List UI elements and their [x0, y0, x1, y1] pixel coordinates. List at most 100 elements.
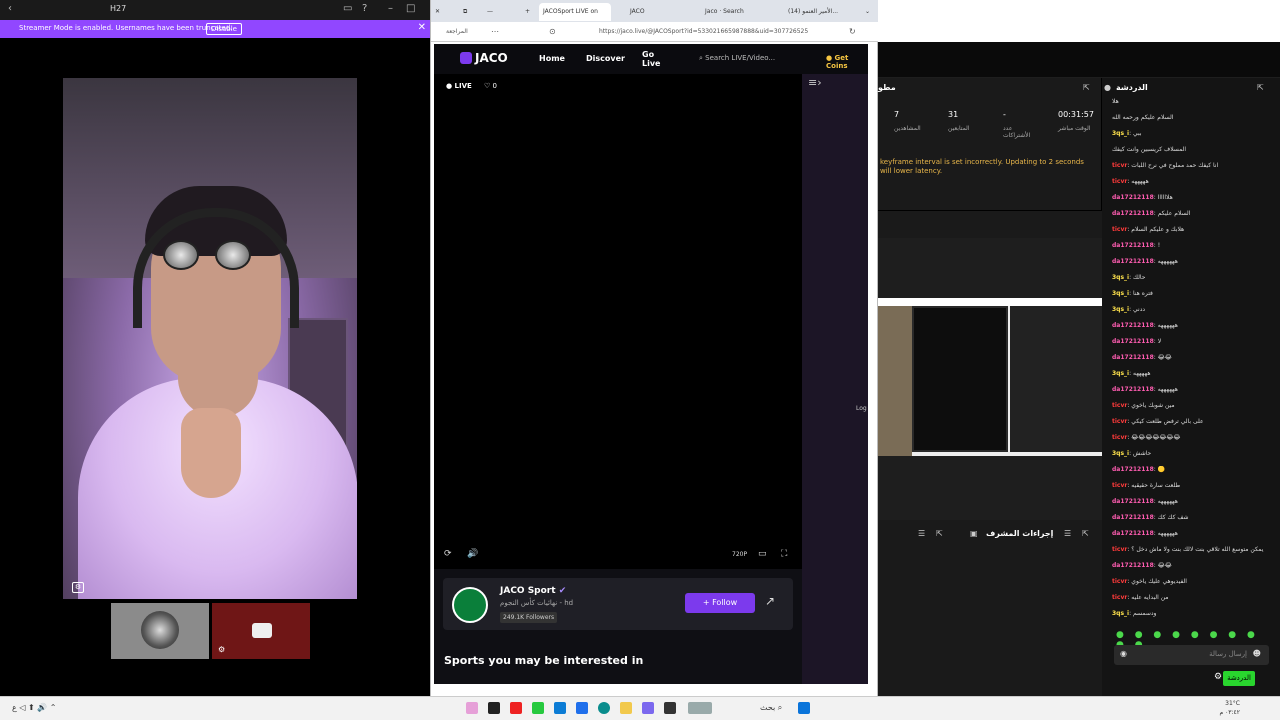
- chat-username[interactable]: 3qs_i: [1112, 370, 1129, 377]
- filter-icon[interactable]: ☰: [1064, 529, 1071, 538]
- chat-username[interactable]: da17212118: [1112, 498, 1154, 505]
- popout-icon[interactable]: ⇱: [1257, 83, 1264, 92]
- chat-username[interactable]: da17212118: [1112, 386, 1154, 393]
- app-icon[interactable]: [532, 702, 544, 714]
- nav-discover[interactable]: Discover: [586, 54, 625, 63]
- app-icon[interactable]: [466, 702, 478, 714]
- disable-button[interactable]: Disable: [206, 23, 242, 35]
- chat-username[interactable]: da17212118: [1112, 514, 1154, 521]
- refresh-icon[interactable]: ⟳: [444, 549, 452, 559]
- search-input[interactable]: ⌕ Search LIVE/Video...: [699, 54, 775, 63]
- tab-actions-icon[interactable]: ⧉: [459, 3, 471, 21]
- chat-username[interactable]: da17212118: [1112, 194, 1154, 201]
- video-player[interactable]: ● LIVE ♡ 0 ⟳ 🔊 720P ▭ ⛶: [434, 74, 802, 569]
- chat-username[interactable]: ticvr: [1112, 402, 1127, 409]
- youtube-icon[interactable]: [510, 702, 522, 714]
- filter-icon[interactable]: ☰: [918, 529, 925, 538]
- chat-username[interactable]: da17212118: [1112, 338, 1154, 345]
- chat-username[interactable]: ticvr: [1112, 434, 1127, 441]
- chat-username[interactable]: 3qs_i: [1112, 274, 1129, 281]
- chat-username[interactable]: da17212118: [1112, 258, 1154, 265]
- chat-input[interactable]: إرسال رسالة ☻ ◉: [1114, 645, 1269, 665]
- app-icon[interactable]: [642, 702, 654, 714]
- gear-icon[interactable]: ⚙: [1214, 672, 1222, 682]
- system-tray[interactable]: ع ◁ ⬆ 🔊 ⌃: [12, 703, 56, 712]
- likes-count[interactable]: ♡ 0: [484, 82, 497, 90]
- chat-username[interactable]: da17212118: [1112, 354, 1154, 361]
- camera-settings-icon[interactable]: ⚙: [218, 645, 225, 654]
- new-tab-icon[interactable]: +: [521, 3, 534, 21]
- chat-username[interactable]: da17212118: [1112, 466, 1154, 473]
- edge-icon[interactable]: [598, 702, 610, 714]
- minimize-icon[interactable]: —: [483, 3, 497, 21]
- collapse-panel-icon[interactable]: ≡›: [808, 76, 822, 89]
- chat-username[interactable]: da17212118: [1112, 210, 1154, 217]
- chevron-down-icon[interactable]: ⌄: [861, 3, 874, 21]
- tab-youtube[interactable]: (14) الأمير العنمو...: [784, 3, 854, 21]
- maximize-icon[interactable]: □: [406, 3, 415, 14]
- widget-icon[interactable]: [688, 702, 712, 714]
- reload-icon[interactable]: ↻: [849, 27, 856, 36]
- tab-jaco-sport[interactable]: JACOSport LIVE on: [539, 3, 611, 21]
- chat-username[interactable]: ticvr: [1112, 162, 1127, 169]
- help-icon[interactable]: ?: [362, 3, 367, 14]
- chat-username[interactable]: 3qs_i: [1112, 130, 1129, 137]
- chat-username[interactable]: da17212118: [1112, 242, 1154, 249]
- popout-icon[interactable]: ⇱: [1083, 83, 1090, 92]
- emote-bar[interactable]: ● ● ● ● ● ● ● ● ● ●: [1116, 630, 1276, 650]
- points-icon[interactable]: ◉: [1120, 649, 1127, 658]
- app-icon[interactable]: [554, 702, 566, 714]
- popout-icon[interactable]: ⇱: [936, 529, 943, 538]
- channel-avatar[interactable]: [452, 587, 488, 623]
- chat-username[interactable]: 3qs_i: [1112, 610, 1129, 617]
- theater-mode-icon[interactable]: ▭: [758, 549, 767, 559]
- windows-start-icon[interactable]: [798, 702, 810, 714]
- chat-username[interactable]: 3qs_i: [1112, 290, 1129, 297]
- nav-home[interactable]: Home: [539, 54, 565, 63]
- chat-username[interactable]: ticvr: [1112, 546, 1127, 553]
- camera-settings-icon[interactable]: ⚙: [72, 582, 84, 593]
- chat-username[interactable]: ticvr: [1112, 578, 1127, 585]
- quality-selector[interactable]: 720P: [732, 551, 747, 558]
- store-icon[interactable]: [576, 702, 588, 714]
- participant-tile[interactable]: [111, 603, 209, 659]
- tab-jaco[interactable]: JACO: [626, 3, 681, 21]
- url-text[interactable]: https://jaco.live/@JACOSport?id=53302166…: [599, 28, 808, 35]
- more-icon[interactable]: ⋯: [491, 27, 499, 36]
- chat-username[interactable]: da17212118: [1112, 562, 1154, 569]
- fullscreen-icon[interactable]: ⛶: [781, 549, 787, 559]
- app-icon[interactable]: [488, 702, 500, 714]
- back-icon[interactable]: ‹: [8, 3, 12, 14]
- emoji-icon[interactable]: ☻: [1253, 649, 1261, 658]
- chat-username[interactable]: ticvr: [1112, 226, 1127, 233]
- volume-icon[interactable]: 🔊: [467, 549, 478, 559]
- chat-send-button[interactable]: الدردشة: [1223, 671, 1255, 686]
- get-coins-button[interactable]: ● Get Coins: [826, 54, 868, 70]
- clock[interactable]: 31°C ٠٣:٤٢ م: [1219, 699, 1240, 717]
- jaco-logo[interactable]: JACO: [460, 51, 508, 65]
- chat-input-placeholder: إرسال رسالة: [1209, 650, 1247, 658]
- taskbar-search[interactable]: بحث ⌕: [760, 703, 782, 713]
- share-icon[interactable]: ↗: [765, 594, 775, 608]
- address-bar[interactable]: المراجعة ⋯ ⊙ https://jaco.live/@JACOSpor…: [431, 22, 879, 42]
- chat-username[interactable]: ticvr: [1112, 178, 1127, 185]
- chat-username[interactable]: 3qs_i: [1112, 306, 1129, 313]
- nav-go-live[interactable]: Go Live: [642, 50, 662, 68]
- chat-username[interactable]: da17212118: [1112, 322, 1154, 329]
- follow-button[interactable]: + Follow: [685, 593, 755, 613]
- folder-icon[interactable]: [620, 702, 632, 714]
- chat-username[interactable]: ticvr: [1112, 594, 1127, 601]
- tab-jaco-search[interactable]: Jaco · Search: [701, 3, 771, 21]
- popout-icon[interactable]: ⇱: [1082, 529, 1089, 538]
- chat-username[interactable]: ticvr: [1112, 482, 1127, 489]
- chat-username[interactable]: 3qs_i: [1112, 450, 1129, 457]
- camera-off-tile[interactable]: ⚙: [212, 603, 310, 659]
- app-icon[interactable]: [664, 702, 676, 714]
- restore-icon[interactable]: ▭: [343, 3, 352, 14]
- chat-username[interactable]: ticvr: [1112, 418, 1127, 425]
- channel-name[interactable]: JACO Sport ✔: [500, 586, 566, 596]
- close-icon[interactable]: ✕: [418, 22, 426, 33]
- minimize-icon[interactable]: –: [388, 3, 393, 14]
- close-window-icon[interactable]: ✕: [431, 3, 444, 21]
- chat-username[interactable]: da17212118: [1112, 530, 1154, 537]
